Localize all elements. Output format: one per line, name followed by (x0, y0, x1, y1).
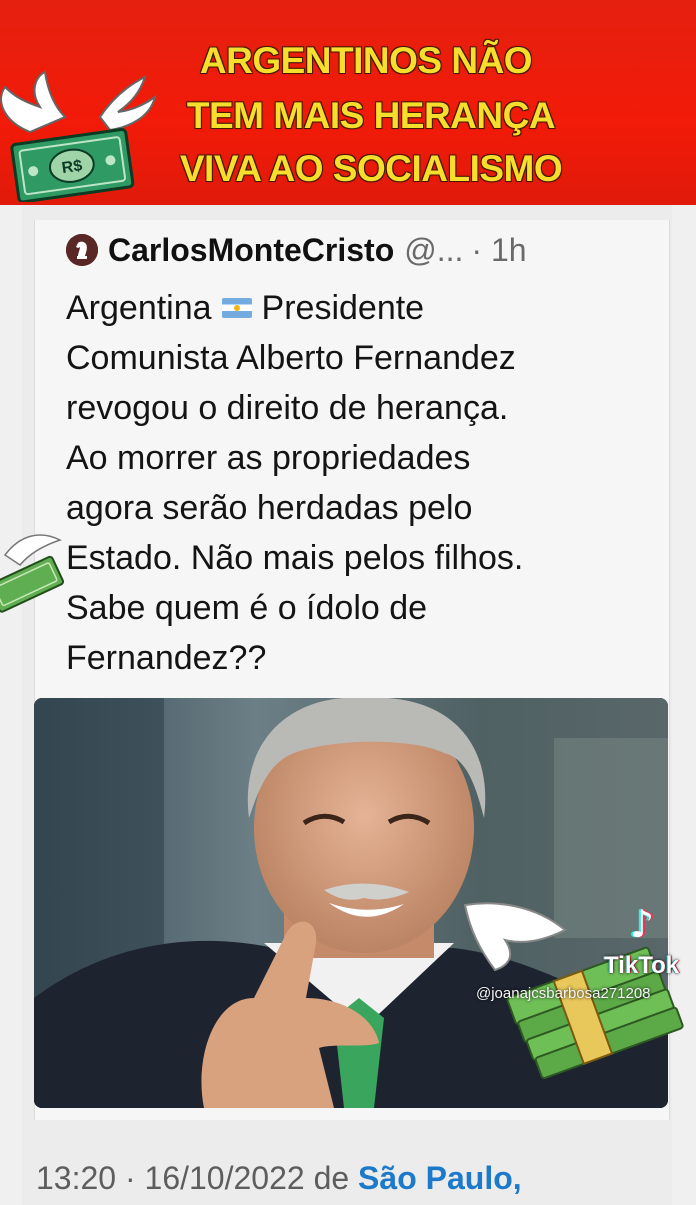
tiktok-username: @joanajcsbarbosa271208 (476, 985, 651, 1002)
tweet-line-2: Comunista Alberto Fernandez (66, 339, 516, 377)
tweet-line-3: revogou o direito de herança. (66, 389, 509, 427)
bill-label: R$ (61, 157, 84, 177)
tweet-author-row[interactable]: CarlosMonteCristo @... · 1h (66, 226, 527, 274)
tweet-line: Argentina Presidente (66, 283, 656, 333)
tweet-footer: 13:20 · 16/10/2022 de São Paulo, (36, 1160, 522, 1204)
tweet-line-4: Ao morrer as propriedades (66, 439, 471, 477)
knight-avatar-icon (66, 234, 98, 266)
tweet-line-1: Argentina (66, 289, 212, 327)
flying-money-sticker-icon: R$ (0, 70, 157, 202)
tweet-line-5: agora serão herdadas pelo (66, 489, 473, 527)
tweet-text: Argentina Presidente Comunista Alberto Fe… (66, 283, 656, 683)
avatar[interactable] (66, 234, 98, 266)
argentina-flag-icon (221, 298, 252, 319)
author-handle[interactable]: @... (404, 232, 463, 269)
author-name[interactable]: CarlosMonteCristo (108, 232, 394, 269)
tweet-line-1b: Presidente (261, 289, 425, 327)
footer-location[interactable]: São Paulo, (358, 1160, 522, 1196)
tweet-time[interactable]: · 1h (471, 232, 526, 269)
tweet-line-6: Estado. Não mais pelos filhos. (66, 539, 524, 577)
tiktok-brand: TikTok (604, 952, 680, 979)
tweet-line-8: Fernandez?? (66, 639, 267, 677)
footer-from: de (313, 1160, 350, 1196)
money-sticker-left-icon (0, 534, 65, 613)
tweet-line-7: Sabe quem é o ídolo de (66, 589, 428, 627)
footer-timestamp[interactable]: 13:20 · 16/10/2022 (36, 1160, 305, 1196)
tiktok-icon: ♪ (629, 902, 655, 946)
